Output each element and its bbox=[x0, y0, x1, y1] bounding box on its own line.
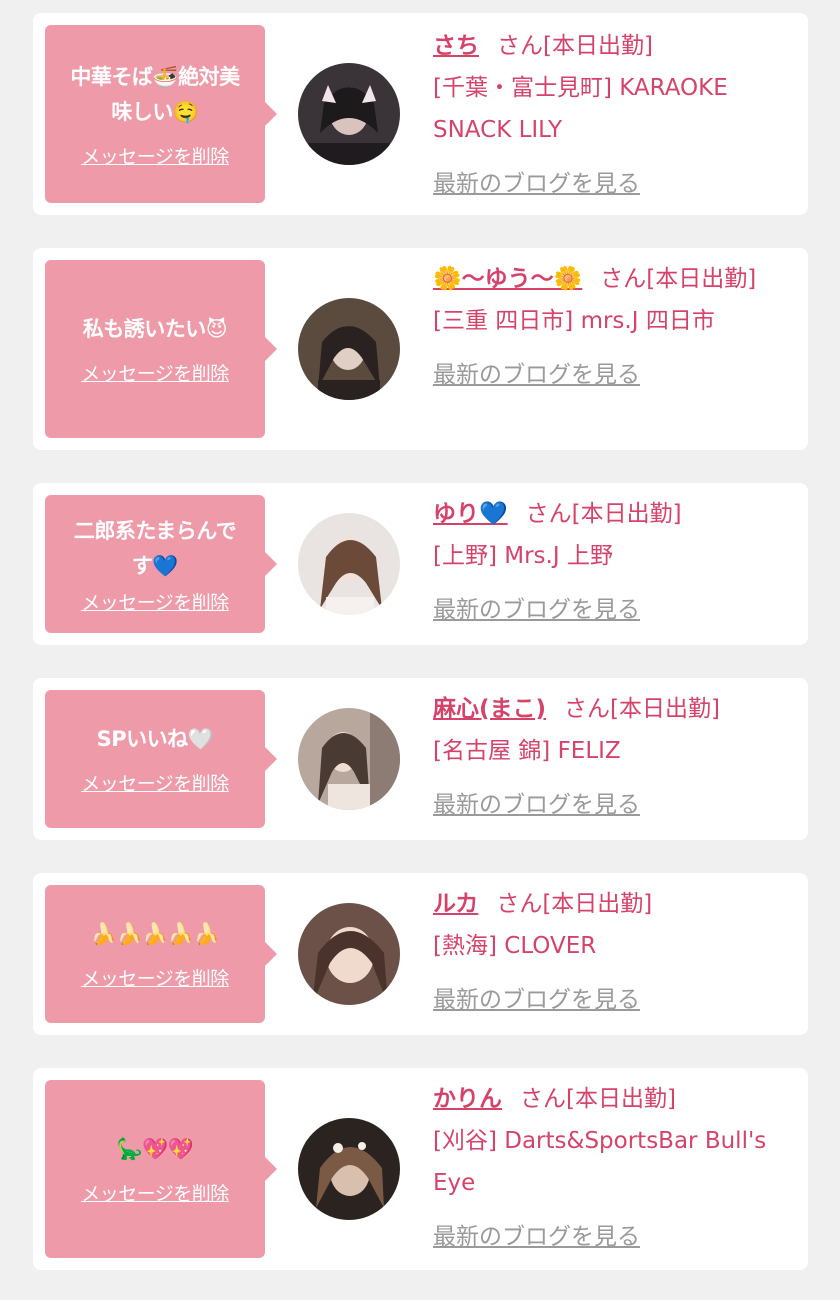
message-line: 味しい🤤 bbox=[111, 99, 199, 124]
avatar[interactable] bbox=[298, 298, 400, 400]
message-bubble: SPいいね🤍 メッセージを削除 bbox=[45, 690, 277, 828]
message-text: 🍌🍌🍌🍌🍌 bbox=[90, 917, 220, 952]
message-bubble: 私も誘いたい😈 メッセージを削除 bbox=[45, 260, 277, 438]
cast-name-link[interactable]: さち bbox=[433, 33, 479, 59]
cast-info: かりん さん[本日出勤] [刈谷] Darts&SportsBar Bull's … bbox=[433, 1078, 783, 1258]
message-text: SPいいね🤍 bbox=[97, 722, 214, 757]
cast-status: さん[本日出勤] bbox=[520, 1086, 676, 1112]
cast-info: 🌼〜ゆう〜🌼 さん[本日出勤] [三重 四日市] mrs.J 四日市 最新のブログ… bbox=[433, 258, 783, 396]
delete-message-link[interactable]: メッセージを削除 bbox=[81, 1179, 229, 1206]
message-text: 🦕💖💖 bbox=[117, 1132, 194, 1167]
cast-status: さん[本日出勤] bbox=[497, 33, 653, 59]
blog-link[interactable]: 最新のブログを見る bbox=[433, 589, 783, 631]
cast-name-link[interactable]: かりん bbox=[433, 1086, 502, 1112]
message-line: 私も誘いたい😈 bbox=[82, 317, 228, 341]
blog-link[interactable]: 最新のブログを見る bbox=[433, 163, 783, 205]
shop-info: [名古屋 錦] FELIZ bbox=[433, 738, 621, 764]
avatar[interactable] bbox=[298, 903, 400, 1005]
message-bubble: 🦕💖💖 メッセージを削除 bbox=[45, 1080, 277, 1258]
shop-info: [上野] Mrs.J 上野 bbox=[433, 543, 613, 569]
shop-info: [千葉・富士見町] KARAOKE SNACK LILY bbox=[433, 75, 728, 143]
blog-link[interactable]: 最新のブログを見る bbox=[433, 979, 783, 1021]
message-line: 🦕💖💖 bbox=[116, 1137, 194, 1161]
cast-info: ルカ さん[本日出勤] [熱海] CLOVER 最新のブログを見る bbox=[433, 883, 783, 1021]
cast-status: さん[本日出勤] bbox=[525, 501, 682, 527]
message-bubble: 中華そば🍜絶対美 味しい🤤 メッセージを削除 bbox=[45, 25, 277, 203]
message-line: 🍌🍌🍌🍌🍌 bbox=[90, 922, 220, 946]
message-line: 二郎系たまらんで bbox=[73, 518, 237, 543]
message-line: SPいいね🤍 bbox=[96, 727, 214, 751]
delete-message-link[interactable]: メッセージを削除 bbox=[81, 588, 229, 615]
shop-info: [三重 四日市] mrs.J 四日市 bbox=[433, 308, 715, 334]
message-text: 二郎系たまらんで す💙 bbox=[73, 514, 237, 584]
message-card: 🦕💖💖 メッセージを削除 かりん さん[本日出勤] [刈谷] Darts&Spor… bbox=[33, 1068, 808, 1270]
blog-link[interactable]: 最新のブログを見る bbox=[433, 354, 783, 396]
cast-status: さん[本日出勤] bbox=[600, 266, 757, 292]
delete-message-link[interactable]: メッセージを削除 bbox=[81, 769, 229, 796]
cast-info: 麻心(まこ) さん[本日出勤] [名古屋 錦] FELIZ 最新のブログを見る bbox=[433, 688, 783, 826]
message-text: 中華そば🍜絶対美 味しい🤤 bbox=[70, 60, 240, 130]
delete-message-link[interactable]: メッセージを削除 bbox=[81, 964, 229, 991]
message-line: 中華そば🍜絶対美 bbox=[70, 64, 240, 89]
message-card: 中華そば🍜絶対美 味しい🤤 メッセージを削除 さち さん[本日出勤] [千葉・富士… bbox=[33, 13, 808, 215]
avatar[interactable] bbox=[298, 1118, 400, 1220]
cast-status: さん[本日出勤] bbox=[496, 891, 653, 917]
cast-info: ゆり💙 さん[本日出勤] [上野] Mrs.J 上野 最新のブログを見る bbox=[433, 493, 783, 631]
message-card: SPいいね🤍 メッセージを削除 麻心(まこ) さん[本日出勤] [名古屋 錦] F… bbox=[33, 678, 808, 840]
cast-name-link[interactable]: 麻心(まこ) bbox=[433, 696, 546, 722]
avatar[interactable] bbox=[298, 63, 400, 165]
blog-link[interactable]: 最新のブログを見る bbox=[433, 1216, 783, 1258]
message-text: 私も誘いたい😈 bbox=[82, 312, 228, 347]
shop-info: [熱海] CLOVER bbox=[433, 933, 597, 959]
cast-name-link[interactable]: 🌼〜ゆう〜🌼 bbox=[433, 266, 582, 292]
message-card: 私も誘いたい😈 メッセージを削除 🌼〜ゆう〜🌼 さん[本日出勤] [三重 四日市]… bbox=[33, 248, 808, 450]
cast-info: さち さん[本日出勤] [千葉・富士見町] KARAOKE SNACK LILY … bbox=[433, 25, 783, 205]
delete-message-link[interactable]: メッセージを削除 bbox=[81, 359, 229, 386]
message-card: 二郎系たまらんで す💙 メッセージを削除 ゆり💙 さん[本日出勤] [上野] Mr… bbox=[33, 483, 808, 645]
message-bubble: 二郎系たまらんで す💙 メッセージを削除 bbox=[45, 495, 277, 633]
avatar[interactable] bbox=[298, 708, 400, 810]
delete-message-link[interactable]: メッセージを削除 bbox=[81, 142, 229, 169]
cast-name-link[interactable]: ゆり💙 bbox=[433, 501, 508, 527]
message-line: す💙 bbox=[131, 553, 179, 578]
cast-name-link[interactable]: ルカ bbox=[433, 891, 478, 917]
blog-link[interactable]: 最新のブログを見る bbox=[433, 784, 783, 826]
message-bubble: 🍌🍌🍌🍌🍌 メッセージを削除 bbox=[45, 885, 277, 1023]
avatar[interactable] bbox=[298, 513, 400, 615]
shop-info: [刈谷] Darts&SportsBar Bull's Eye bbox=[433, 1128, 767, 1196]
message-card: 🍌🍌🍌🍌🍌 メッセージを削除 ルカ さん[本日出勤] [熱海] CLOVER 最新… bbox=[33, 873, 808, 1035]
cast-status: さん[本日出勤] bbox=[564, 696, 720, 722]
